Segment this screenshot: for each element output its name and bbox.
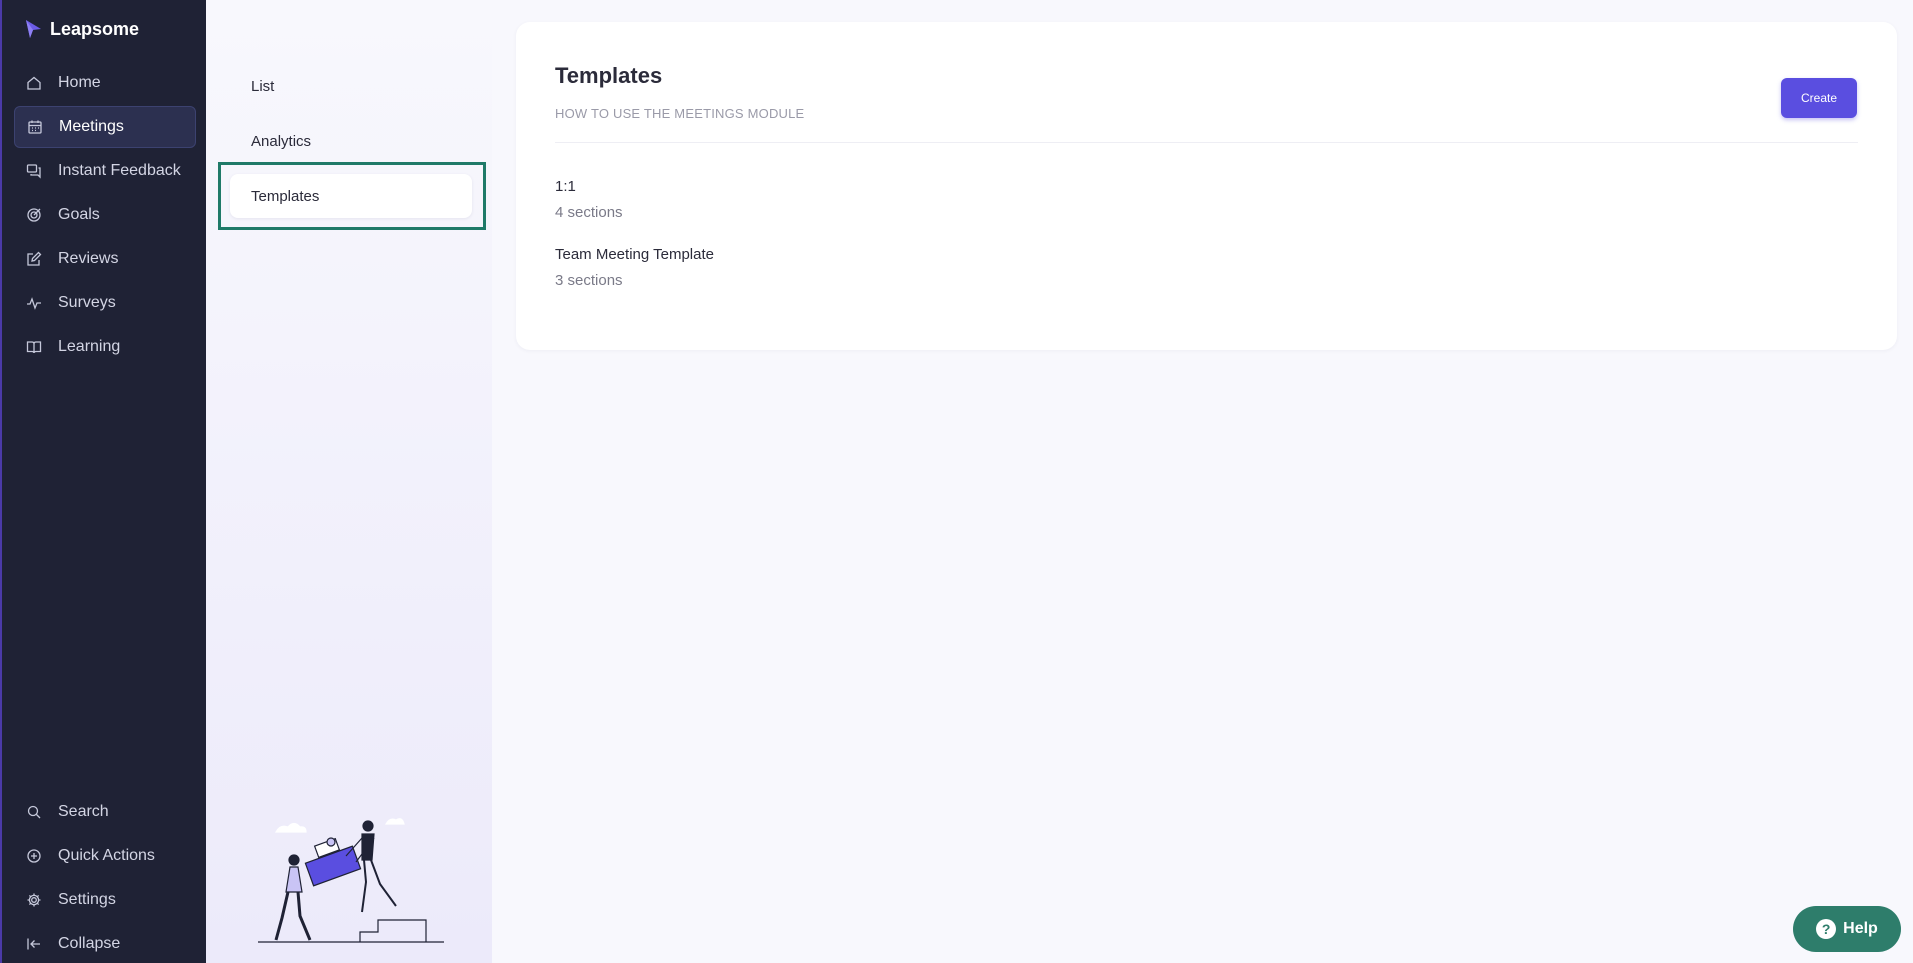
help-label: Help <box>1843 920 1878 937</box>
sidebar-item-label: Reviews <box>58 250 119 267</box>
book-icon <box>26 341 42 354</box>
sidebar-item-meetings[interactable]: Meetings <box>14 106 196 148</box>
subnav-item-templates[interactable]: Templates <box>230 174 472 218</box>
sidebar-item-settings[interactable]: Settings <box>14 879 196 921</box>
sidebar-item-collapse[interactable]: Collapse <box>14 923 196 963</box>
page-title: Templates <box>555 63 663 88</box>
divider <box>555 142 1858 143</box>
sidebar-item-quick-actions[interactable]: Quick Actions <box>14 835 196 877</box>
template-name: Team Meeting Template <box>555 246 714 263</box>
help-button[interactable]: ? Help <box>1793 906 1901 952</box>
sidebar-item-label: Search <box>58 803 109 820</box>
calendar-icon <box>28 120 42 134</box>
sidebar-item-label: Home <box>58 74 101 91</box>
target-icon <box>27 208 41 222</box>
people-carrying-illustration <box>258 818 444 943</box>
sidebar-item-label: Surveys <box>58 294 116 311</box>
sidebar-item-label: Goals <box>58 206 100 223</box>
sidebar-item-label: Meetings <box>59 118 124 135</box>
home-icon <box>27 76 41 90</box>
sidebar-item-instant-feedback[interactable]: Instant Feedback <box>14 150 196 192</box>
sidebar-item-home[interactable]: Home <box>14 62 196 104</box>
template-name: 1:1 <box>555 178 576 195</box>
templates-card: Templates HOW TO USE THE MEETINGS MODULE… <box>516 22 1897 350</box>
sidebar-item-label: Instant Feedback <box>58 162 181 179</box>
template-section-count: 3 sections <box>555 272 623 289</box>
sidebar-item-label: Collapse <box>58 935 121 952</box>
sidebar-item-reviews[interactable]: Reviews <box>14 238 196 280</box>
search-icon <box>27 805 41 819</box>
brand-name: Leapsome <box>50 18 140 39</box>
sidebar-item-label: Quick Actions <box>58 847 155 864</box>
sidebar-item-search[interactable]: Search <box>14 791 196 833</box>
subnav-item-list[interactable]: List <box>230 64 472 108</box>
collapse-icon <box>27 938 40 950</box>
leapsome-logo-icon <box>26 20 41 38</box>
create-button[interactable]: Create <box>1781 78 1857 118</box>
sidebar-item-surveys[interactable]: Surveys <box>14 282 196 324</box>
pulse-icon <box>27 297 41 310</box>
sidebar-item-goals[interactable]: Goals <box>14 194 196 236</box>
sidebar-item-learning[interactable]: Learning <box>14 326 196 368</box>
meetings-subnav: List Analytics Templates <box>206 0 492 963</box>
gear-icon <box>27 893 41 907</box>
subnav-item-label: Templates <box>251 187 320 205</box>
template-section-count: 4 sections <box>555 204 623 221</box>
subnav-item-analytics[interactable]: Analytics <box>230 119 472 163</box>
chat-icon <box>26 164 41 179</box>
sidebar-item-label: Settings <box>58 891 116 908</box>
subnav-item-label: Analytics <box>251 132 312 150</box>
main-sidebar: Leapsome Home Meetings Instant Feedback … <box>0 0 206 963</box>
meetings-module-help-link[interactable]: HOW TO USE THE MEETINGS MODULE <box>555 106 804 121</box>
template-item-team-meeting[interactable]: Team Meeting Template 3 sections <box>555 246 714 289</box>
template-item-1on1[interactable]: 1:1 4 sections <box>555 178 623 221</box>
subnav-item-label: List <box>251 77 275 95</box>
sidebar-item-label: Learning <box>58 338 121 355</box>
brand-logo[interactable]: Leapsome <box>24 18 139 40</box>
plus-circle-icon <box>27 849 41 863</box>
edit-icon <box>27 251 42 266</box>
question-icon: ? <box>1816 919 1837 939</box>
